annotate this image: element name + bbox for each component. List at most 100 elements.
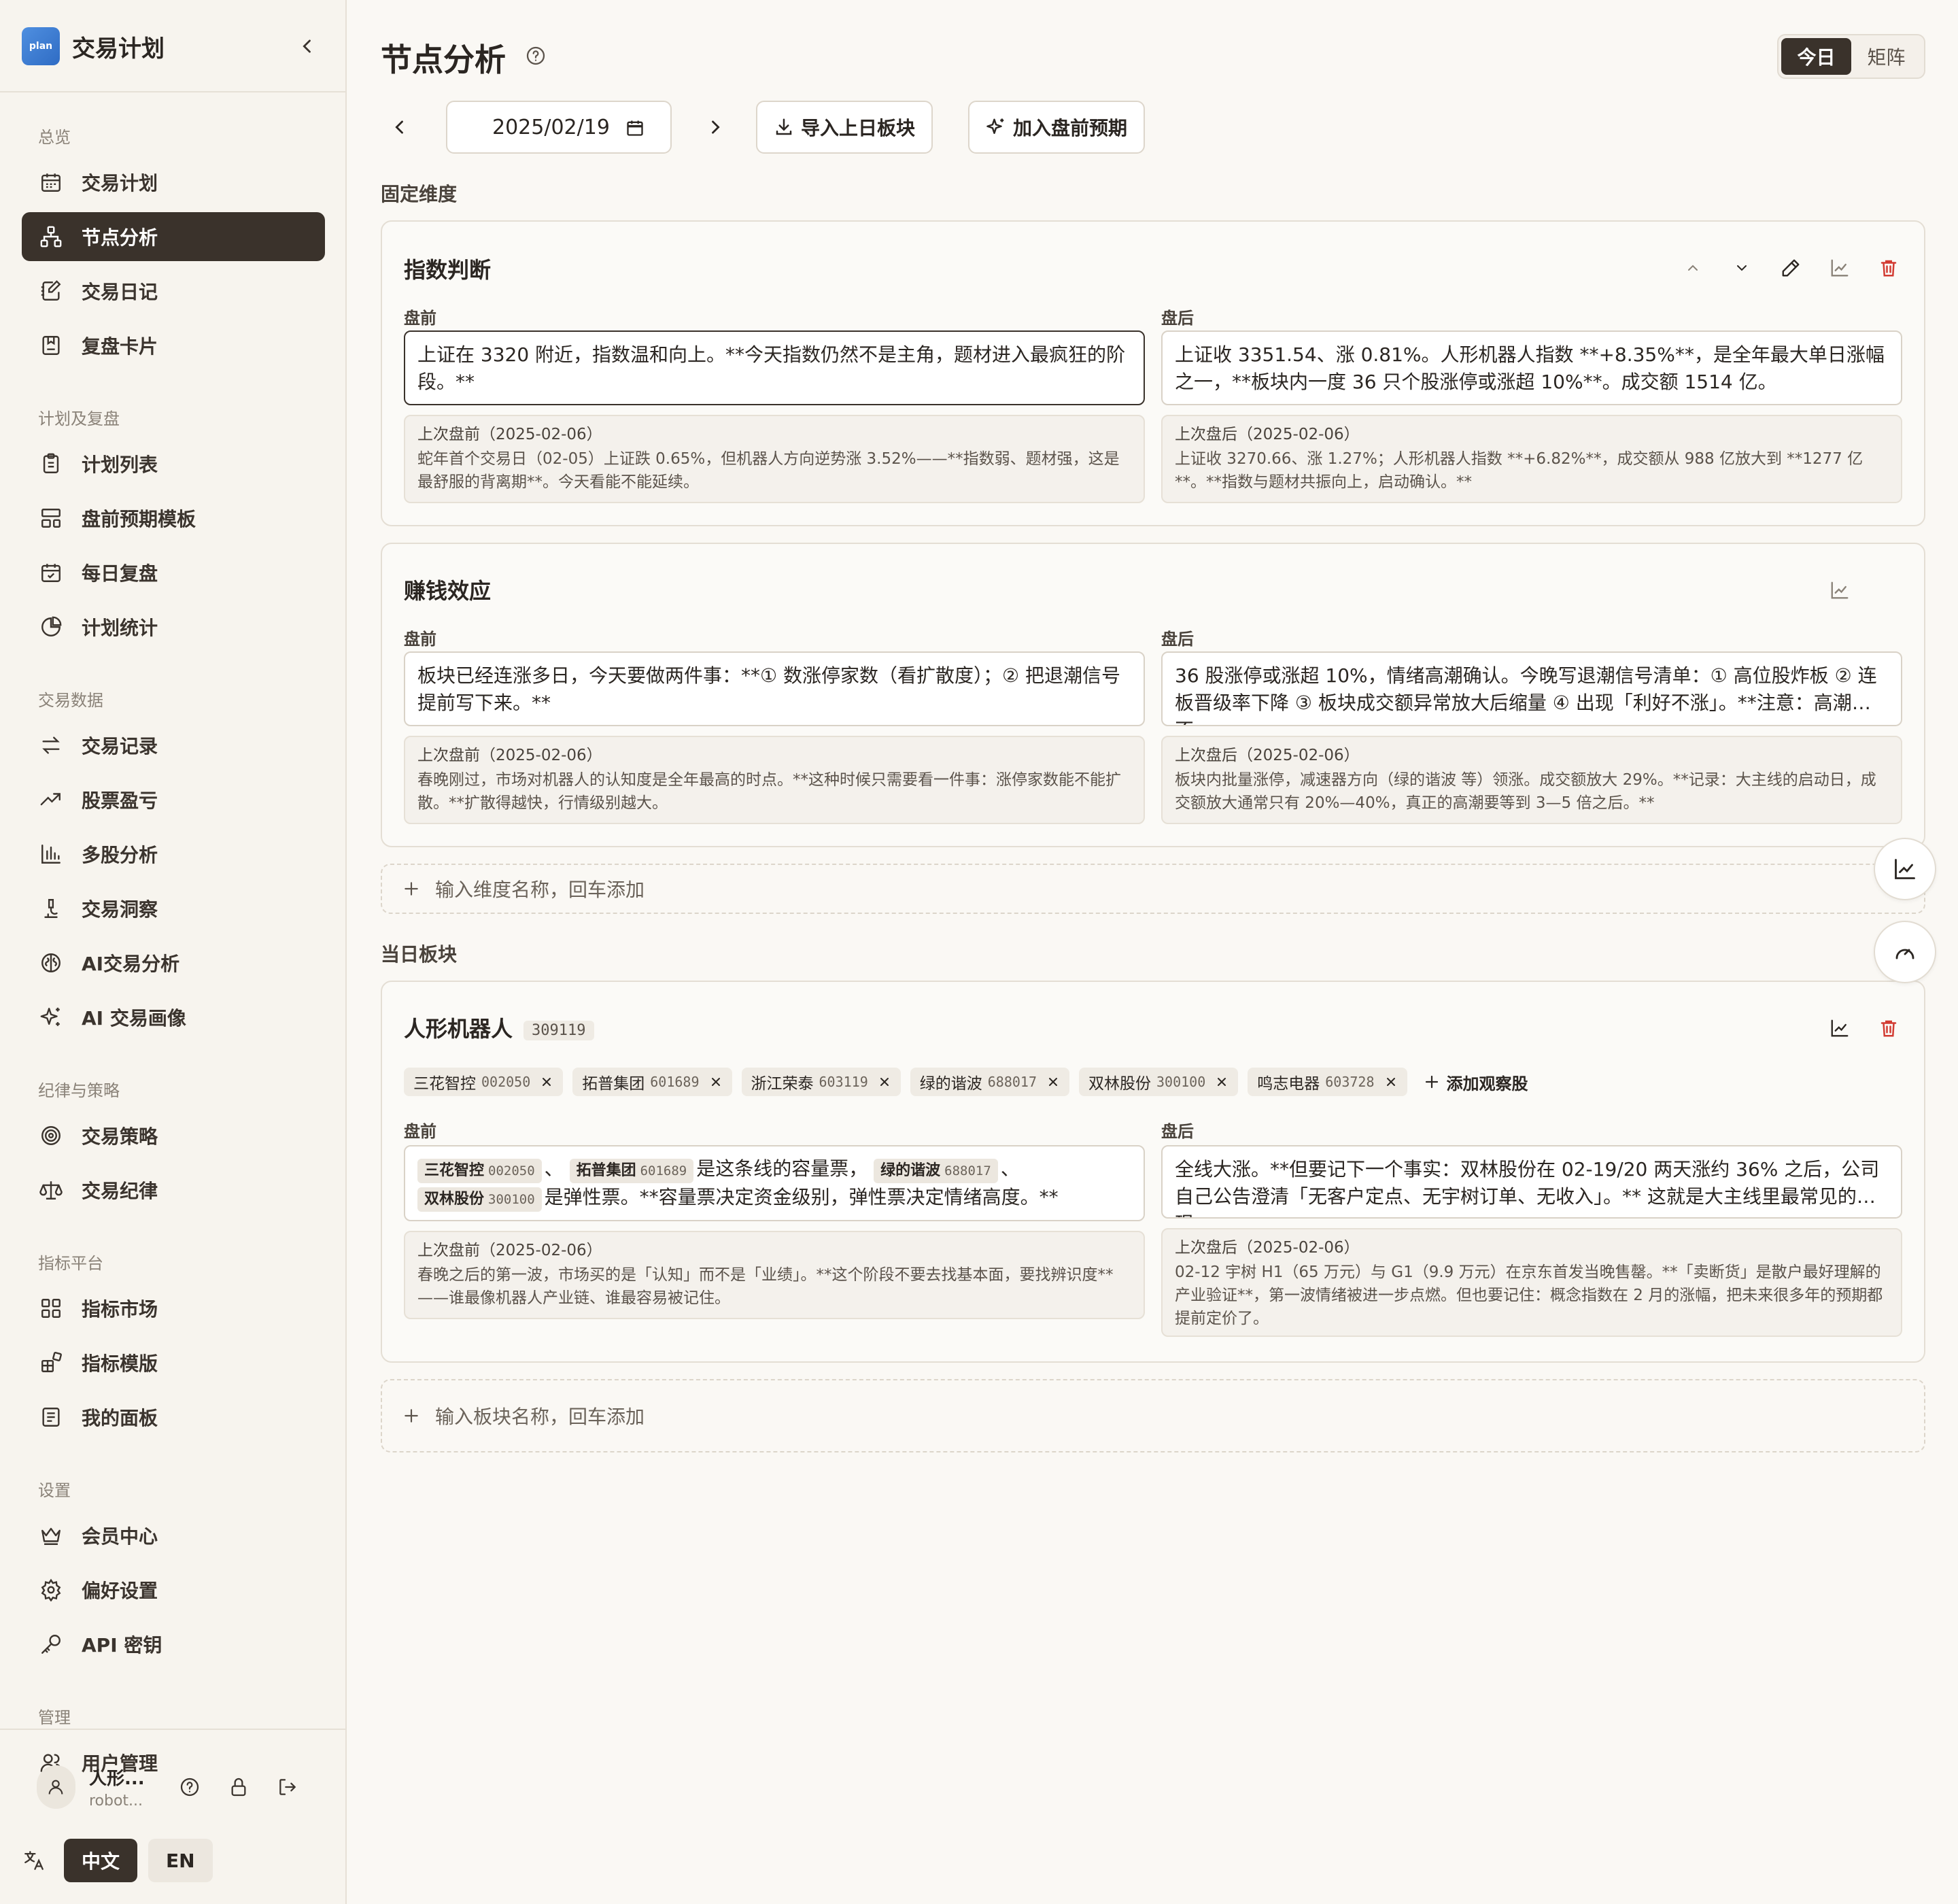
stock-mention[interactable]: 双林股份 300100 [417,1187,542,1212]
line-chart-icon [1831,1019,1849,1037]
close-icon [1049,1078,1057,1086]
remove-stock-button[interactable] [1384,1075,1398,1089]
premarket-textarea[interactable]: 三花智控 002050、 拓普集团 601689 是这条线的容量票， 绿的谐波 6880… [404,1145,1145,1221]
watch-stock-chip[interactable]: 鸣志电器 603728 [1248,1068,1407,1096]
calendar-icon[interactable] [625,118,645,137]
watch-stock-chip[interactable]: 三花智控 002050 [404,1068,564,1096]
sidebar-item-my-panel[interactable]: 我的面板 [22,1393,325,1442]
view-today-tab[interactable]: 今日 [1781,38,1851,75]
postmarket-textarea[interactable]: 36 股涨停或涨超 10%，情绪高潮确认。今晚写退潮信号清单：① 高位股炸板 ②… [1161,651,1902,726]
sidebar-item-premarket-template[interactable]: 盘前预期模板 [22,494,325,543]
import-previous-sectors-button[interactable]: 导入上日板块 [756,101,933,154]
lock-button[interactable] [224,1773,253,1801]
watch-stock-chip[interactable]: 双林股份 300100 [1079,1068,1239,1096]
nav-group-label: 管理 [38,1708,71,1727]
sidebar-item-label: 交易计划 [82,172,158,194]
sidebar-item-trade-insight[interactable]: 交易洞察 [22,884,325,933]
sidebar-item-stock-pnl[interactable]: 股票盈亏 [22,775,325,824]
floating-gauge-button[interactable] [1874,921,1936,983]
floating-chart-button[interactable] [1874,838,1936,900]
language-zh-button[interactable]: 中文 [64,1839,138,1882]
brand: plan 交易计划 [22,27,321,65]
sidebar-item-membership[interactable]: 会员中心 [22,1511,325,1560]
edit-button[interactable] [1777,254,1804,282]
watch-stock-chip[interactable]: 浙江荣泰 603119 [741,1068,901,1096]
stock-mention[interactable]: 拓普集团 601689 [569,1159,694,1183]
sidebar-item-multi-stock[interactable]: 多股分析 [22,830,325,879]
sidebar-item-indicator-template[interactable]: 指标模版 [22,1338,325,1387]
language-en-button[interactable]: EN [148,1839,213,1882]
plus-icon [402,1407,420,1425]
delete-button[interactable] [1875,254,1902,282]
sidebar-item-trade-journal[interactable]: 交易日记 [22,267,325,316]
date-input[interactable]: 2025/02/19 [446,101,672,154]
sidebar-item-review-card[interactable]: 复盘卡片 [22,321,325,370]
sidebar-item-api-key[interactable]: API 密钥 [22,1620,325,1669]
move-up-button[interactable] [1679,254,1706,282]
move-down-button[interactable] [1728,254,1755,282]
postmarket-textarea[interactable]: 上证收 3351.54、涨 0.81%。人形机器人指数 **+8.35%**，是… [1161,330,1902,405]
remove-stock-button[interactable] [878,1075,891,1089]
sidebar-item-node-analysis[interactable]: 节点分析 [22,212,325,261]
chart-button[interactable] [1826,1015,1853,1042]
add-sector-input[interactable]: 输入板块名称，回车添加 [381,1379,1925,1452]
language-switcher: 中文 EN [20,1839,224,1882]
chart-button[interactable] [1826,254,1853,282]
page-help-icon[interactable] [525,45,547,67]
sidebar-item-daily-review[interactable]: 每日复盘 [22,548,325,597]
dimension-card-profit-effect: 赚钱效应 盘前 盘后 板块已经连涨多日，今天要做两件事：**① 数涨停家数（看扩… [381,543,1925,847]
chevron-left-icon [395,120,403,134]
download-icon [774,117,794,137]
panel-list-icon [38,1404,64,1430]
fixed-dimensions-label: 固定维度 [381,183,458,205]
add-premarket-button[interactable]: 加入盘前预期 [968,101,1146,154]
premarket-textarea[interactable]: 上证在 3320 附近，指数温和向上。**今天指数仍然不是主角，题材进入最疯狂的… [404,330,1145,405]
stock-code: 688017 [944,1163,991,1178]
card-bookmark-icon [38,333,64,358]
previous-day-button[interactable] [381,101,419,154]
stock-code: 002050 [488,1163,535,1178]
sidebar-item-discipline[interactable]: 交易纪律 [22,1166,325,1214]
add-watch-stock-button[interactable]: 添加观察股 [1424,1068,1528,1096]
remove-stock-button[interactable] [1215,1075,1229,1089]
sidebar-item-plan-list[interactable]: 计划列表 [22,439,325,488]
sidebar-item-label: 指标市场 [82,1298,158,1321]
sidebar-item-indicator-market[interactable]: 指标市场 [22,1284,325,1333]
sidebar-item-plan-stats[interactable]: 计划统计 [22,602,325,651]
remove-stock-button[interactable] [1046,1075,1060,1089]
delete-button[interactable] [1875,1015,1902,1042]
brain-icon [38,950,64,976]
chart-button[interactable] [1826,577,1853,604]
premarket-textarea[interactable]: 板块已经连涨多日，今天要做两件事：**① 数涨停家数（看扩散度）；② 把退潮信号… [404,651,1145,726]
previous-premarket-title: 上次盘前（2025-02-06） [417,426,602,443]
view-matrix-tab[interactable]: 矩阵 [1851,38,1921,75]
remove-stock-button[interactable] [540,1075,553,1089]
sidebar-item-preferences[interactable]: 偏好设置 [22,1565,325,1614]
previous-premarket-title: 上次盘前（2025-02-06） [417,747,602,764]
logout-button[interactable] [273,1773,302,1801]
line-chart-icon [1831,259,1849,277]
next-day-button[interactable] [696,101,734,154]
stock-name: 鸣志电器 [1257,1075,1320,1093]
sidebar-item-trade-plan[interactable]: 交易计划 [22,158,325,207]
add-dimension-input[interactable]: 输入维度名称，回车添加 [381,864,1925,914]
avatar[interactable] [37,1765,75,1809]
stock-code: 601689 [640,1163,687,1178]
remove-stock-button[interactable] [709,1075,723,1089]
card-actions [1658,254,1902,282]
sidebar-item-ai-analysis[interactable]: AI交易分析 [22,938,325,987]
watch-stock-chip[interactable]: 绿的谐波 688017 [910,1068,1069,1096]
collapse-sidebar-button[interactable] [294,33,321,60]
card-actions [1804,1015,1902,1042]
help-circle-icon [180,1778,199,1797]
stock-mention[interactable]: 三花智控 002050 [417,1159,542,1183]
stock-mention[interactable]: 绿的谐波 688017 [874,1159,998,1183]
watch-stock-chip[interactable]: 拓普集团 601689 [572,1068,732,1096]
sidebar-item-ai-profile[interactable]: AI 交易画像 [22,993,325,1042]
sidebar-item-trade-records[interactable]: 交易记录 [22,721,325,770]
chevron-right-icon [712,120,720,134]
help-button[interactable] [175,1773,204,1801]
postmarket-textarea[interactable]: 全线大涨。**但要记下一个事实：双林股份在 02-19/20 两天涨约 36% … [1161,1145,1902,1219]
post-label: 盘后 [1161,1122,1194,1141]
sidebar-item-strategy[interactable]: 交易策略 [22,1111,325,1160]
